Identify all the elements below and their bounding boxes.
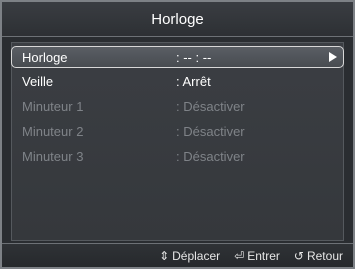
return-icon: ↺ (293, 248, 304, 263)
menu-item-horloge[interactable]: Horloge : -- : -- (11, 46, 344, 68)
enter-hint: ⏎ Entrer (234, 249, 280, 263)
menu-item-label: Minuteur 2 (22, 123, 84, 139)
menu-item-value: : Arrêt (176, 73, 211, 89)
menu-item-minuteur-2: Minuteur 2 : Désactiver (12, 120, 343, 142)
up-down-arrow-icon: ⇕ (159, 248, 170, 263)
back-hint: ↺ Retour (294, 249, 343, 263)
menu-item-veille[interactable]: Veille : Arrêt (12, 70, 343, 92)
right-arrow-icon (329, 52, 337, 62)
move-hint: ⇕ Déplacer (159, 249, 220, 263)
page-title: Horloge (151, 10, 204, 28)
back-label: Retour (306, 248, 343, 263)
menu-item-value: : Désactiver (176, 148, 245, 164)
enter-label: Entrer (247, 248, 280, 263)
footer-hints: ⇕ Déplacer ⏎ Entrer ↺ Retour (2, 243, 353, 267)
menu-list: Horloge : -- : -- Veille : Arrêt Minuteu… (11, 42, 344, 241)
menu-item-minuteur-3: Minuteur 3 : Désactiver (12, 145, 343, 167)
menu-item-minuteur-1: Minuteur 1 : Désactiver (12, 95, 343, 117)
menu-item-value: : -- : -- (176, 49, 212, 65)
menu-item-label: Minuteur 1 (22, 98, 84, 114)
enter-icon: ⏎ (234, 248, 245, 263)
menu-item-value: : Désactiver (176, 123, 245, 139)
menu-item-value: : Désactiver (176, 98, 245, 114)
menu-item-label: Minuteur 3 (22, 148, 84, 164)
title-bar: Horloge (2, 2, 353, 37)
move-label: Déplacer (172, 248, 221, 263)
menu-item-label: Horloge (22, 49, 68, 65)
clock-menu-window: Horloge Horloge : -- : -- Veille : Arrêt… (0, 0, 355, 269)
menu-item-label: Veille (22, 73, 54, 89)
